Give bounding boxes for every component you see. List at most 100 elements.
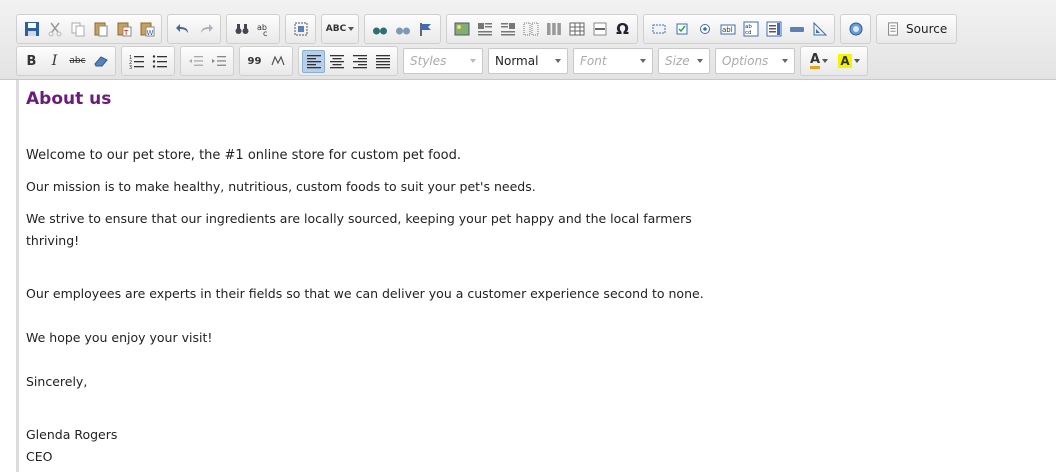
font-dropdown[interactable]: Font [573, 48, 653, 74]
select-all-button[interactable] [289, 18, 312, 41]
form-wizard-alt-button[interactable] [391, 18, 414, 41]
copy-icon [71, 22, 84, 37]
copy-button[interactable] [66, 18, 89, 41]
eraser-icon [93, 56, 108, 67]
textarea-button[interactable]: ab cd [739, 18, 762, 41]
align-left-image-button[interactable] [473, 18, 496, 41]
special-char-button[interactable]: Ω [611, 18, 634, 41]
quote-icon: 99 [247, 55, 262, 67]
save-button[interactable] [20, 18, 43, 41]
two-columns-button[interactable] [519, 18, 542, 41]
anchor-button[interactable] [414, 18, 437, 41]
styles-dropdown[interactable]: Styles [403, 48, 483, 74]
undo-button[interactable] [171, 18, 194, 41]
source-button[interactable]: Source [880, 18, 953, 41]
find-group: ab c [226, 14, 280, 44]
triangle-icon [813, 21, 827, 36]
text-color-icon: A [809, 51, 821, 69]
flash-group [840, 14, 871, 44]
cut-button[interactable] [43, 18, 66, 41]
paragraph-strive-continued: thriving! [26, 233, 80, 248]
form-wizard-button[interactable] [368, 18, 391, 41]
align-right-button[interactable] [348, 50, 371, 73]
bold-icon: B [26, 53, 37, 69]
chevron-down-icon [555, 59, 561, 63]
radio-icon [699, 24, 710, 34]
bold-button[interactable]: B [20, 50, 43, 73]
replace-button[interactable]: ab c [253, 18, 276, 41]
svg-text:3: 3 [129, 65, 132, 69]
columns-icon [523, 22, 538, 36]
outdent-button[interactable] [184, 50, 207, 73]
horizontal-rule-button[interactable] [588, 18, 611, 41]
bulleted-list-icon [152, 55, 167, 68]
list-group: 123 [121, 46, 175, 76]
image-icon [454, 22, 469, 36]
options-dropdown[interactable]: Options [715, 48, 795, 74]
strikethrough-button[interactable]: abc [66, 50, 89, 73]
chevron-down-icon [697, 59, 703, 63]
paste-text-button[interactable]: T [112, 18, 135, 41]
align-left-button[interactable] [302, 49, 325, 73]
page-heading: About us [26, 89, 112, 109]
align-right-image-button[interactable] [496, 18, 519, 41]
spell-group: ABC [321, 14, 359, 44]
editor-content-area[interactable]: About us Welcome to our pet store, the #… [16, 80, 1056, 472]
indent-button[interactable] [207, 50, 230, 73]
numbered-list-button[interactable]: 123 [125, 50, 148, 73]
format-dropdown[interactable]: Normal [488, 48, 568, 74]
strikethrough-icon: abc [69, 56, 86, 66]
chevron-down-icon [853, 59, 860, 63]
image-button[interactable] [450, 18, 473, 41]
align-right-icon [352, 55, 367, 69]
toolbar-row-1: T W ab c ABC Ω abl ab cd Source [16, 14, 962, 44]
find-button[interactable] [230, 18, 253, 41]
paragraph-sincerely: Sincerely, [26, 374, 88, 389]
italic-button[interactable]: I [43, 50, 66, 73]
justify-group [298, 46, 398, 76]
svg-text:abl: abl [722, 26, 733, 34]
table-button[interactable] [565, 18, 588, 41]
text-color-button[interactable]: A [804, 50, 834, 73]
signature-name: Glenda Rogers [26, 427, 118, 442]
align-center-button[interactable] [325, 50, 348, 73]
radio-button[interactable] [693, 18, 716, 41]
paste-word-button[interactable]: W [135, 18, 158, 41]
text-field-button[interactable]: abl [716, 18, 739, 41]
columns-icon [546, 23, 561, 35]
svg-text:cd: cd [745, 30, 752, 36]
three-columns-button[interactable] [542, 18, 565, 41]
spellcheck-button[interactable]: ABC [325, 18, 355, 41]
select-field-button[interactable] [762, 18, 785, 41]
select-field-icon [766, 21, 781, 37]
form-button[interactable] [647, 18, 670, 41]
justify-icon [375, 55, 390, 69]
paste-button[interactable] [89, 18, 112, 41]
editor-toolbar: T W ab c ABC Ω abl ab cd Source B I abc … [0, 0, 1056, 80]
align-left-icon [306, 55, 321, 69]
text-block-icon [500, 23, 515, 36]
form-icon [652, 24, 665, 34]
chevron-down-icon [782, 59, 788, 63]
bulleted-list-button[interactable] [148, 50, 171, 73]
image-button-element-button[interactable] [808, 18, 831, 41]
div-container-button[interactable] [266, 50, 289, 73]
text-block-icon [477, 23, 492, 36]
redo-icon [200, 24, 213, 33]
size-dropdown[interactable]: Size [658, 48, 710, 74]
button-element-button[interactable] [785, 18, 808, 41]
horizontal-rule-icon [593, 22, 606, 36]
checkbox-icon [676, 23, 687, 35]
spellcheck-icon: ABC [325, 24, 347, 34]
save-icon [24, 22, 39, 36]
paragraph-employees: Our employees are experts in their field… [26, 286, 704, 301]
paragraph-welcome: Welcome to our pet store, the #1 online … [26, 148, 461, 163]
iframe-button[interactable] [844, 18, 867, 41]
blockquote-button[interactable]: 99 [243, 50, 266, 73]
redo-button[interactable] [194, 18, 217, 41]
checkbox-button[interactable] [670, 18, 693, 41]
binoculars-icon [395, 27, 410, 35]
background-color-button[interactable]: A [834, 50, 864, 73]
remove-format-button[interactable] [89, 50, 112, 73]
justify-button[interactable] [371, 50, 394, 73]
